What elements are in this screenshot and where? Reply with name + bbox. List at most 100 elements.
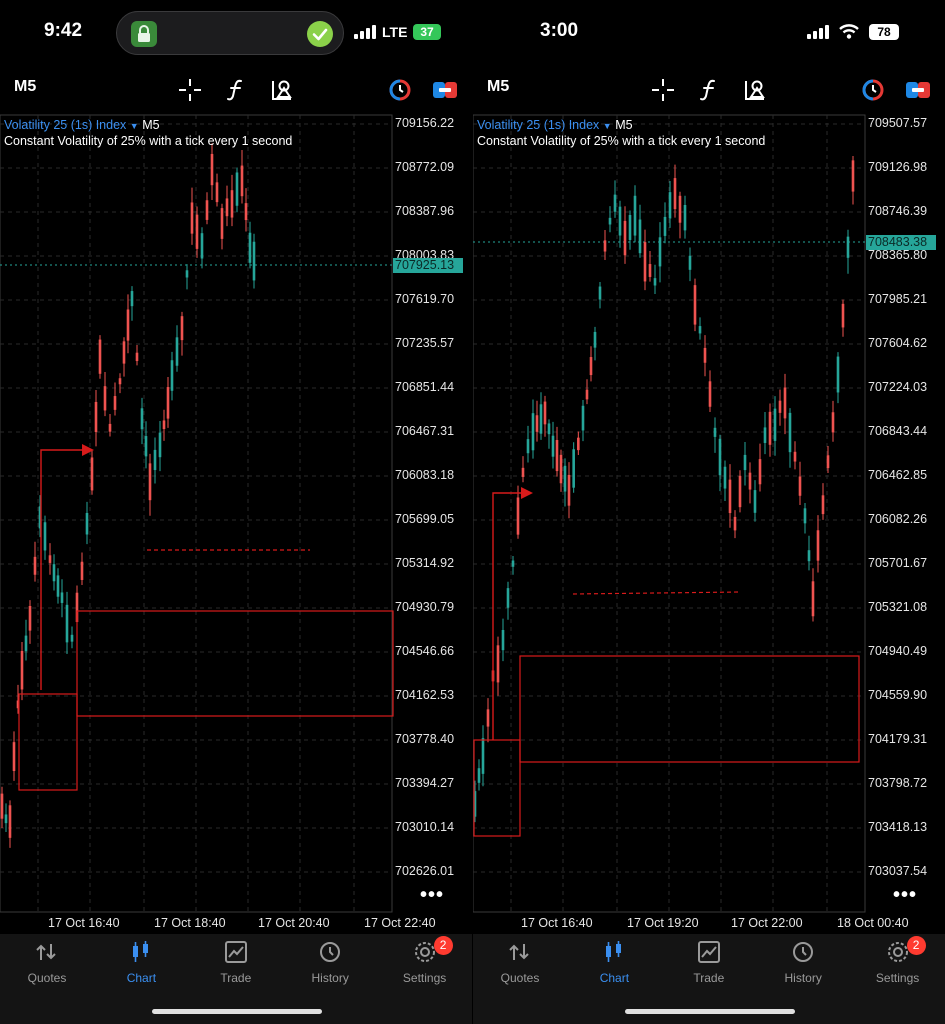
candle-body [547,423,551,435]
candle-body [613,194,617,212]
price-axis-label: 704559.90 [868,688,928,702]
candle-body [43,522,47,551]
candle-body [563,465,567,492]
candle-body [567,474,571,506]
candle-body [535,415,539,432]
tab-label: Trade [220,971,252,985]
chart-symbol-header[interactable]: Volatility 25 (1s) Index ▼ M5 [477,118,633,132]
candle-body [220,208,224,239]
price-axis-label: 707235.57 [395,336,455,350]
candle-body [56,575,60,597]
candle-body [486,709,490,727]
candle-body [90,457,94,491]
tab-history[interactable]: History [283,934,377,994]
tab-chart[interactable]: Chart [94,934,188,994]
current-price-tag: 707925.13 [393,258,463,273]
candle-body [516,497,520,535]
symbol-description: Constant Volatility of 25% with a tick e… [4,134,293,148]
zone-rectangle[interactable] [76,610,394,717]
candle-body [543,401,547,425]
candle-body [205,200,209,220]
price-axis-label: 704179.31 [868,732,928,746]
candle-body [763,427,767,443]
candle-body [723,466,727,489]
more-icon[interactable]: ••• [893,884,917,907]
tab-label: History [784,971,822,985]
candle-body [140,408,144,430]
zone-rectangle[interactable] [18,693,78,791]
candle-body [20,650,24,690]
trade-icon [697,941,720,963]
symbol-timeframe: M5 [142,118,160,132]
candle-body [65,604,69,643]
symbol-name[interactable]: Volatility 25 (1s) Index [477,118,599,132]
tab-label: Quotes [500,971,540,985]
candle-body [807,550,811,562]
candle-body [816,530,820,561]
candle-body [190,202,194,234]
price-axis-label: 709156.22 [395,116,455,130]
candle-body [673,178,677,210]
symbol-dropdown-icon[interactable]: ▼ [130,121,139,131]
candle-body [158,432,162,458]
settings-icon [414,942,435,962]
drawing-annotations[interactable] [18,444,394,791]
candle-body [598,286,602,300]
symbol-name[interactable]: Volatility 25 (1s) Index [4,118,126,132]
candle-body [788,412,792,453]
candlesticks [0,143,256,848]
price-axis-label: 709126.98 [868,160,928,174]
candle-body [148,463,152,501]
price-axis-label: 709507.57 [868,116,928,130]
price-axis-label: 704940.49 [868,644,928,658]
candle-body [623,220,627,256]
tab-label: History [311,971,349,985]
dashed-level-line[interactable] [572,591,742,595]
tab-settings[interactable]: Settings 2 [851,934,945,994]
price-axis-label: 705701.67 [868,556,928,570]
price-axis-label: 705314.92 [395,556,455,570]
candle-body [24,635,28,652]
candle-body [555,440,559,472]
tab-history[interactable]: History [756,934,850,994]
candle-body [210,153,214,186]
candle-body [248,232,252,263]
price-axis-label: 703010.14 [395,820,455,834]
symbol-dropdown-icon[interactable]: ▼ [603,121,612,131]
zone-rectangle[interactable] [473,739,521,837]
price-axis-label: 703037.54 [868,864,928,878]
candle-body [200,233,204,259]
chart-symbol-header[interactable]: Volatility 25 (1s) Index ▼ M5 [4,118,160,132]
candle-body [708,381,712,407]
tab-settings[interactable]: Settings 2 [378,934,472,994]
candle-body [778,400,782,413]
candle-body [230,190,234,218]
candle-body [108,423,112,432]
candle-body [8,805,12,838]
tab-quotes[interactable]: Quotes [473,934,567,994]
chart-icon [133,941,149,962]
more-icon[interactable]: ••• [420,884,444,907]
price-axis-label: 703418.13 [868,820,928,834]
tab-quotes[interactable]: Quotes [0,934,94,994]
notification-badge: 2 [906,936,926,955]
tab-label: Settings [402,971,447,985]
tab-trade[interactable]: Trade [662,934,756,994]
candle-body [166,387,170,419]
tab-trade[interactable]: Trade [189,934,283,994]
price-axis-label: 708387.96 [395,204,455,218]
price-axis-label: 707604.62 [868,336,928,350]
candle-body [663,216,667,236]
time-axis-label: 17 Oct 22:00 [731,916,803,930]
candle-body [28,606,32,631]
price-axis-label: 708746.39 [868,204,928,218]
zone-rectangle[interactable] [519,655,860,763]
candle-body [240,165,244,197]
tab-chart[interactable]: Chart [567,934,661,994]
price-axis-label: 704930.79 [395,600,455,614]
candle-body [678,195,682,223]
candle-body [668,192,672,219]
time-axis-label: 17 Oct 20:40 [258,916,330,930]
candle-body [836,356,840,393]
home-indicator [152,1009,322,1014]
